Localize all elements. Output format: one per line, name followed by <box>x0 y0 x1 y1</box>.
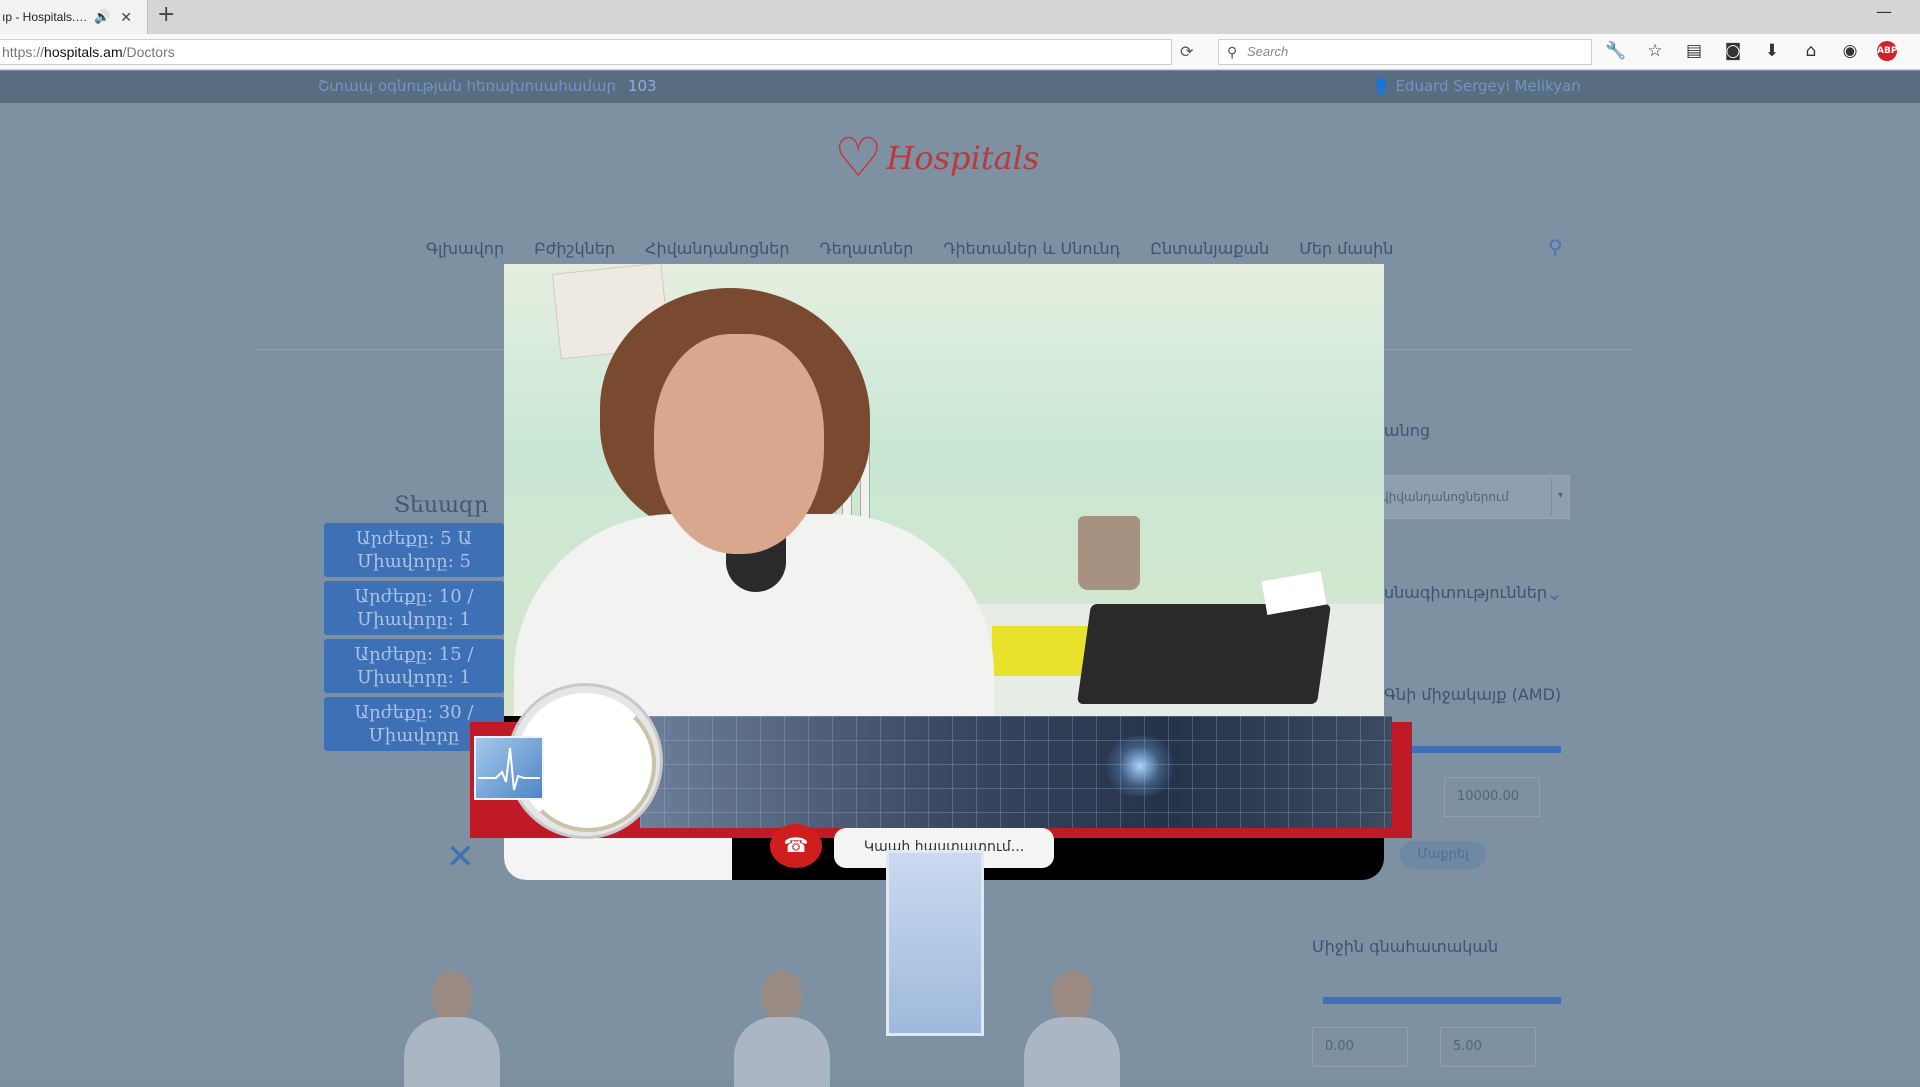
rating-max-input[interactable]: 5.00 <box>1440 1027 1536 1067</box>
tariff-button[interactable]: Արժեքը: 15 /Միավորը: 1 <box>324 639 504 693</box>
user-name: Eduard Sergeyi Melikyan <box>1395 77 1581 95</box>
url-host: hospitals.am <box>44 44 123 60</box>
new-tab-icon[interactable]: + <box>157 4 175 26</box>
tariff-button[interactable]: Արժեքը: 10 /Միավորը: 1 <box>324 581 504 635</box>
site-top-strip: Շտապ օգնության հեռախոսահամար 103 👤 Eduard… <box>0 71 1920 103</box>
tariff-price: Արժեքը: 15 / <box>354 644 474 665</box>
search-placeholder: Search <box>1247 44 1289 59</box>
doctor-photo[interactable] <box>1016 971 1126 1087</box>
call-side-panel <box>886 850 984 1036</box>
wrench-icon[interactable]: 🔧 <box>1604 41 1628 61</box>
menu-item-doctors[interactable]: Բժիշկներ <box>534 239 615 258</box>
ecg-machine <box>1076 604 1332 704</box>
price-range-label: Գնի միջակայք (AMD) <box>1384 685 1562 704</box>
download-icon[interactable]: ⬇ <box>1760 41 1784 61</box>
call-banner <box>640 716 1392 828</box>
tariff-button[interactable]: Արժեքը: 5 Ա Միավորը: 5 <box>324 523 504 577</box>
search-icon: ⚲ <box>1227 44 1238 60</box>
address-bar[interactable]: https://hospitals.am/Doctors <box>0 39 1172 65</box>
hospital-select-value: վիվանդանոցներում <box>1381 490 1509 504</box>
tariff-units: Միավորը: 5 <box>357 551 471 572</box>
tariff-price: Արժեքը: 5 Ա <box>356 528 472 549</box>
doctor-cards <box>356 961 1176 1087</box>
rating-slider[interactable] <box>1323 997 1561 1004</box>
doctor-photo[interactable] <box>396 971 506 1087</box>
url-path: /Doctors <box>122 44 175 60</box>
menu-item-hospitals[interactable]: Հիվանդանոցներ <box>645 239 790 258</box>
doctor-face <box>654 334 824 554</box>
doctor-photo[interactable] <box>726 971 836 1087</box>
hospital-filter-label: անոց <box>1384 421 1430 440</box>
site-search-icon[interactable]: ⚲ <box>1548 235 1563 259</box>
browser-tab-bar: ıp - Hospitals.… 🔊 ✕ + — <box>0 0 1920 34</box>
bookmark-star-icon[interactable]: ☆ <box>1643 41 1667 61</box>
chevron-down-icon: ▾ <box>1551 478 1569 516</box>
hotline-number[interactable]: 103 <box>628 77 657 95</box>
phone-hangup-icon[interactable]: ☎ <box>770 824 822 868</box>
tariff-units: Միավորը: 1 <box>357 609 471 630</box>
reload-icon[interactable]: ⟳ <box>1180 42 1193 61</box>
ecg-icon <box>474 736 544 800</box>
speaker-icon[interactable]: 🔊 <box>94 9 110 25</box>
tab-title: ıp - Hospitals.… <box>2 10 88 24</box>
close-icon[interactable]: ✕ <box>446 837 475 877</box>
tariff-price: Արժեքը: 10 / <box>354 586 474 607</box>
menu-item-diets[interactable]: Դիետաներ և Սնունդ <box>943 239 1120 258</box>
close-tab-icon[interactable]: ✕ <box>120 9 132 26</box>
site-logo[interactable]: ♡ Hospitals <box>834 131 1039 185</box>
specialty-expand-chevron-icon[interactable]: ⌄ <box>1546 581 1563 605</box>
yellow-tray <box>992 626 1088 676</box>
rating-label: Միջին գնահատական <box>1312 937 1499 956</box>
browser-search-input[interactable]: ⚲ Search <box>1218 39 1592 65</box>
url-scheme: https:// <box>2 44 45 60</box>
pocket-icon[interactable]: ◙ <box>1721 41 1745 61</box>
price-max-input[interactable]: 10000.00 <box>1444 777 1540 817</box>
hospital-select[interactable]: վիվանդանոցներում ▾ <box>1360 475 1570 519</box>
logo-text: Hospitals <box>886 139 1040 177</box>
browser-tab[interactable]: ıp - Hospitals.… 🔊 ✕ <box>0 0 148 34</box>
browser-nav-bar: https://hospitals.am/Doctors ⟳ ⚲ Search … <box>0 34 1920 70</box>
menu-item-family[interactable]: Ընտանյաքան <box>1150 239 1269 258</box>
menu-item-about[interactable]: Մեր մասին <box>1299 239 1393 258</box>
minimize-window-icon[interactable]: — <box>1876 2 1892 21</box>
adblock-icon[interactable]: ABP <box>1877 41 1897 61</box>
clear-filter-button[interactable]: Մաքրել <box>1400 841 1486 869</box>
library-icon[interactable]: ▤ <box>1682 41 1706 61</box>
light-glow <box>1100 736 1180 796</box>
extension-icon[interactable]: ◉ <box>1838 41 1862 61</box>
rating-min-input[interactable]: 0.00 <box>1312 1027 1408 1067</box>
heart-logo-icon: ♡ <box>834 126 883 189</box>
main-menu: Գլխավոր Բժիշկներ Հիվանդանոցներ Դեղատներ … <box>426 239 1393 258</box>
specialty-filter-label: սնագիտություններ <box>1384 583 1548 602</box>
hotline: Շտապ օգնության հեռախոսահամար 103 <box>318 77 657 95</box>
video-feed <box>504 264 1384 716</box>
menu-item-home[interactable]: Գլխավոր <box>426 239 504 258</box>
home-icon[interactable]: ⌂ <box>1799 41 1823 61</box>
tariffs-title: Տեսազր <box>394 493 489 518</box>
toolbar-icons: 🔧 ☆ ▤ ◙ ⬇ ⌂ ◉ ABP <box>1604 41 1897 61</box>
user-account[interactable]: 👤 Eduard Sergeyi Melikyan <box>1372 77 1581 95</box>
lab-bin <box>1078 516 1140 590</box>
tariff-price: Արժեքը: 30 / <box>354 702 474 723</box>
tariff-units: Միավորը: 1 <box>357 667 471 688</box>
hotline-text: Շտապ օգնության հեռախոսահամար <box>318 77 616 95</box>
menu-item-pharmacies[interactable]: Դեղատներ <box>820 239 914 258</box>
